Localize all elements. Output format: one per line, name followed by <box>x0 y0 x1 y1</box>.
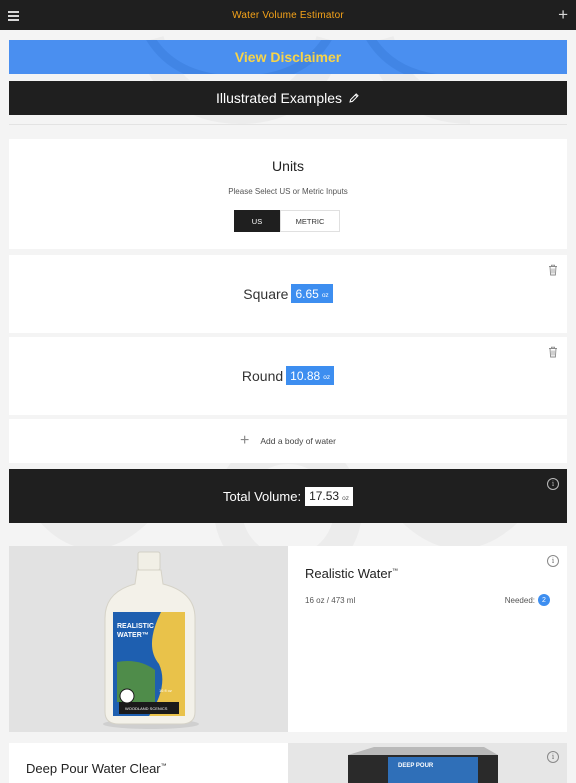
water-body-shape: Square <box>243 285 289 302</box>
product-image: DEEP POUR <box>288 743 567 783</box>
needed-count-badge: 2 <box>538 594 550 606</box>
bottle-product-text: WATER™ <box>117 632 149 639</box>
plus-icon[interactable]: + <box>558 5 568 25</box>
needed-label: Needed: <box>504 595 535 605</box>
water-body-volume: Square 6.65 oz <box>9 284 567 303</box>
trademark-symbol: ™ <box>160 763 167 770</box>
units-toggle: US METRIC <box>234 210 340 232</box>
units-prompt: Please Select US or Metric Inputs <box>228 187 348 196</box>
product-card: REALISTIC WATER™ 16 fl oz WOODLAND SCENI… <box>9 546 567 732</box>
bottle-illustration: REALISTIC WATER™ 16 fl oz WOODLAND SCENI… <box>9 546 288 732</box>
section-divider <box>9 124 567 125</box>
total-volume-label: Total Volume: <box>223 488 302 504</box>
units-heading: Units <box>272 158 304 174</box>
units-card: Units Please Select US or Metric Inputs … <box>9 139 567 249</box>
total-volume-value: 17.53 <box>309 489 340 503</box>
trademark-symbol: ™ <box>391 568 398 575</box>
product-needed: Needed: 2 <box>505 594 550 606</box>
box-label-text: DEEP POUR <box>398 763 434 769</box>
top-app-bar: Water Volume Estimator + <box>0 0 576 30</box>
box-illustration: DEEP POUR <box>288 743 567 783</box>
info-icon[interactable]: i <box>547 555 559 567</box>
total-volume-bar: Total Volume: 17.53 oz i <box>9 469 567 523</box>
water-body-volume: Round 10.88 oz <box>9 366 567 385</box>
product-name: Deep Pour Water Clear™ <box>26 761 167 776</box>
info-icon[interactable]: i <box>547 751 559 763</box>
plus-icon: + <box>240 432 250 449</box>
bottle-brand-text: REALISTIC <box>117 623 154 630</box>
total-volume-value-box: 17.53 oz <box>305 486 353 506</box>
info-icon[interactable]: i <box>547 478 559 490</box>
bottle-maker-text: WOODLAND SCENICS <box>125 706 168 711</box>
water-body-volume-badge[interactable]: 6.65 oz <box>291 284 333 303</box>
total-volume-unit: oz <box>342 494 349 502</box>
view-disclaimer-button[interactable]: View Disclaimer <box>9 40 567 74</box>
illustrated-examples-button[interactable]: Illustrated Examples <box>9 81 567 115</box>
water-body-shape: Round <box>241 367 284 384</box>
product-name-text: Realistic Water <box>305 566 392 581</box>
add-body-of-water-button[interactable]: + Add a body of water <box>9 419 567 463</box>
volume-value: 10.88 <box>290 368 321 383</box>
bottle-size-text: 16 fl oz <box>159 688 172 693</box>
water-body-card: Square 6.65 oz <box>9 255 567 333</box>
pencil-icon <box>349 93 359 103</box>
water-body-volume-badge[interactable]: 10.88 oz <box>286 366 335 385</box>
product-image: REALISTIC WATER™ 16 fl oz WOODLAND SCENI… <box>9 546 288 732</box>
product-card: Deep Pour Water Clear™ DEEP POUR i <box>9 743 567 783</box>
water-body-card: Round 10.88 oz <box>9 337 567 415</box>
trash-icon[interactable] <box>548 264 558 276</box>
illustrated-examples-label: Illustrated Examples <box>215 90 343 106</box>
metric-units-button[interactable]: METRIC <box>280 210 340 232</box>
product-name: Realistic Water™ <box>305 566 398 581</box>
volume-unit: oz <box>323 374 331 381</box>
product-size: 16 oz / 473 ml <box>305 596 356 605</box>
us-units-button[interactable]: US <box>234 210 280 232</box>
trash-icon[interactable] <box>548 346 558 358</box>
disclaimer-label: View Disclaimer <box>234 49 342 65</box>
add-body-label: Add a body of water <box>260 436 336 446</box>
product-name-text: Deep Pour Water Clear <box>26 761 161 776</box>
volume-value: 6.65 <box>295 286 319 301</box>
app-title: Water Volume Estimator <box>232 9 344 21</box>
hamburger-menu-icon[interactable] <box>8 7 22 23</box>
volume-unit: oz <box>321 292 329 299</box>
